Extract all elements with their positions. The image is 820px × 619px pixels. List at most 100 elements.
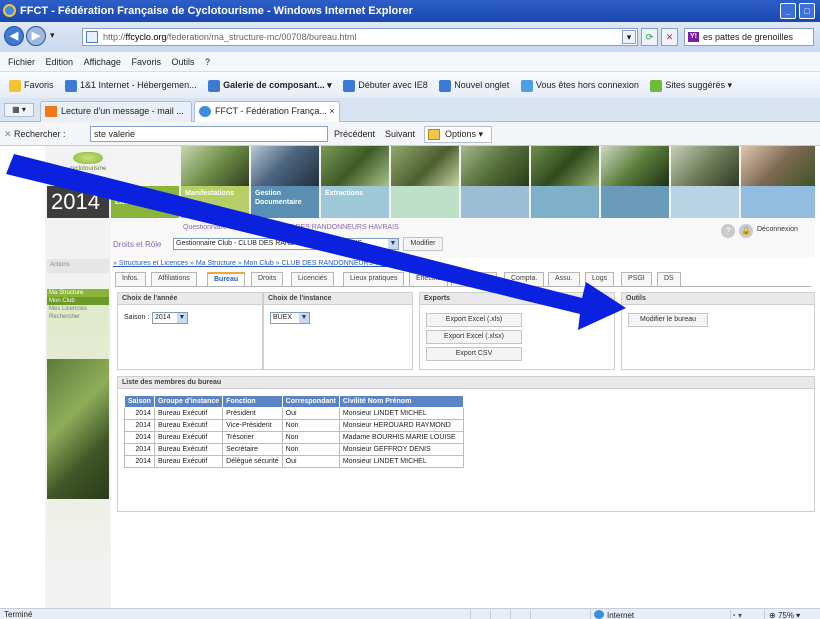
tab-psgi[interactable]: PSGI [621,272,652,286]
url-dropdown-icon[interactable]: ▾ [622,30,636,44]
tab-underline [115,286,811,287]
cyclists-photo [47,359,109,499]
ffct-logo: cyclotourisme [67,152,109,180]
panel-membres-bureau: Liste des membres du bureau Saison Group… [117,376,815,512]
find-input[interactable]: ste valerie [90,126,328,142]
fav-label: Sites suggérés ▾ [665,80,732,90]
role-select[interactable]: Gestionnaire Club - CLUB DES RANDONNEURS… [173,238,399,250]
tab-structures[interactable]: Structures [451,272,497,286]
export-xls-button[interactable]: Export Excel (.xls) [426,313,522,327]
web-page: cyclotourisme 2014 Actions Ma Structure … [0,146,820,608]
table-header-row: Saison Groupe d'instance Fonction Corres… [124,395,464,408]
zoom-control[interactable]: ⊕ 75% ▾ [764,610,820,619]
stop-icon[interactable]: ✕ [661,28,678,46]
table-cell: Secrétaire [222,443,283,456]
minimize-button[interactable]: _ [780,3,796,19]
nav-manifestations[interactable]: Manifestations [181,186,249,218]
tab-assu[interactable]: Assu. [548,272,580,286]
saison-select[interactable]: 2014 ▼ [152,312,188,324]
sidebar-item-rechercher[interactable]: Rechercher [47,313,109,321]
table-cell: Monsieur LINDET MICHEL [338,407,464,420]
tab-ds[interactable]: DS [657,272,681,286]
fav-item-debuter[interactable]: Débuter avec IE8 [343,72,428,98]
help-icon[interactable]: ? [721,224,735,238]
find-label: Rechercher : [14,129,66,139]
address-bar: ◀ ▶ ▾ http://ffcyclo.org/federation/ma_s… [0,22,820,52]
tab-lieux-pratiques[interactable]: Lieux pratiques [343,272,405,286]
table-cell: Vice-Président [222,419,283,432]
header-photo [391,146,459,186]
panel-exports: Exports Export Excel (.xls) Export Excel… [419,292,615,370]
export-xlsx-button[interactable]: Export Excel (.xlsx) [426,330,522,344]
fav-item-sites-suggeres[interactable]: Sites suggérés ▾ [650,72,732,98]
modifier-bureau-button[interactable]: Modifier le bureau [628,313,708,327]
menu-affichage[interactable]: Affichage [84,57,121,67]
menu-edition[interactable]: Edition [46,57,74,67]
status-zone: Internet [590,610,720,619]
sidebar-item-mon-club[interactable]: Mon Club [47,297,109,305]
tab-affiliations[interactable]: Affiliations [151,272,197,286]
table-cell: Trésorier [222,431,283,444]
header-photo [531,146,599,186]
menu-bar: Fichier Edition Affichage Favoris Outils… [0,52,820,72]
search-text: es pattes de grenoilles [703,32,794,42]
export-csv-button[interactable]: Export CSV [426,347,522,361]
tab-droits[interactable]: Droits [251,272,284,286]
table-cell: Non [281,431,340,444]
favorites-label: Favoris [24,80,54,90]
modifier-button[interactable]: Modifier [403,237,443,251]
search-input[interactable]: Y! es pattes de grenoilles [684,28,814,46]
club-header: Questionnaire Club - 00708 - CLUB DES RA… [111,218,815,258]
quick-tabs-icon[interactable]: ▦ ▾ [4,103,34,117]
deconnexion-link[interactable]: Déconnexion [757,226,798,233]
history-dropdown-icon[interactable]: ▾ [50,30,55,41]
find-options-button[interactable]: Options ▾ [424,126,492,143]
tab-bureau[interactable]: Bureau [207,272,246,286]
fav-item-nouvel-onglet[interactable]: Nouvel onglet [439,72,509,98]
protected-mode-icon[interactable]: ◔ ▾ [730,610,760,619]
maximize-button[interactable]: □ [799,3,815,19]
find-options-label: Options ▾ [445,129,484,139]
tab-logs[interactable]: Logs [585,272,615,286]
tab-effectifs[interactable]: Effectifs [409,272,448,286]
fav-item-galerie[interactable]: Galerie de composant... ▾ [208,72,332,98]
tab-licencies[interactable]: Licenciés [291,272,335,286]
sidebar-item-mes-licencies[interactable]: Mes Licenciés [47,305,109,313]
mail-icon [45,106,57,117]
site-left-column: cyclotourisme 2014 Actions Ma Structure … [45,146,111,608]
fav-label: 1&1 Internet - Hébergemen... [80,80,197,90]
url-input[interactable]: http://ffcyclo.org/federation/ma_structu… [82,28,638,46]
refresh-icon[interactable]: ⟳ [641,28,658,46]
table-cell: Bureau Exécutif [153,443,224,456]
instance-select[interactable]: BUEX ▼ [270,312,310,324]
fav-item-1and1[interactable]: 1&1 Internet - Hébergemen... [65,72,197,98]
forward-button[interactable]: ▶ [26,26,46,46]
year-box: 2014 [47,186,109,218]
tab-mail[interactable]: Lecture d'un message - mail ... [40,101,192,122]
suggested-sites-icon [650,79,663,92]
lock-icon[interactable]: 🔒 [739,224,753,238]
back-button[interactable]: ◀ [4,26,24,46]
ie-page-icon [343,79,356,92]
menu-help[interactable]: ? [205,57,210,67]
tab-ffct[interactable]: FFCT - Fédération Françа... × [194,101,340,122]
close-find-icon[interactable]: ✕ [4,122,12,146]
table-cell: Bureau Exécutif [153,455,224,468]
breadcrumb[interactable]: » Structures et Licences » Ma Structure … [113,260,405,267]
fav-item-hors-connexion[interactable]: Vous êtes hors connexion [520,72,639,98]
tab-compta[interactable]: Compta. [504,272,545,286]
menu-favoris[interactable]: Favoris [131,57,161,67]
find-next-button[interactable]: Suivant [385,122,415,146]
menu-outils[interactable]: Outils [172,57,195,67]
table-cell: Oui [281,407,340,420]
nav-structures-licences[interactable]: Structures et Licences [111,186,179,218]
find-previous-button[interactable]: Précédent [334,122,375,146]
menu-fichier[interactable]: Fichier [8,57,35,67]
ie-page-icon [208,79,221,92]
nav-tile [671,186,739,218]
url-prefix: http:// [103,32,126,42]
tab-infos[interactable]: Infos. [115,272,147,286]
favorites-button[interactable]: Favoris [9,72,54,98]
nav-extractions[interactable]: Extractions [321,186,389,218]
nav-gestion-documentaire[interactable]: Gestion Documentaire [251,186,319,218]
